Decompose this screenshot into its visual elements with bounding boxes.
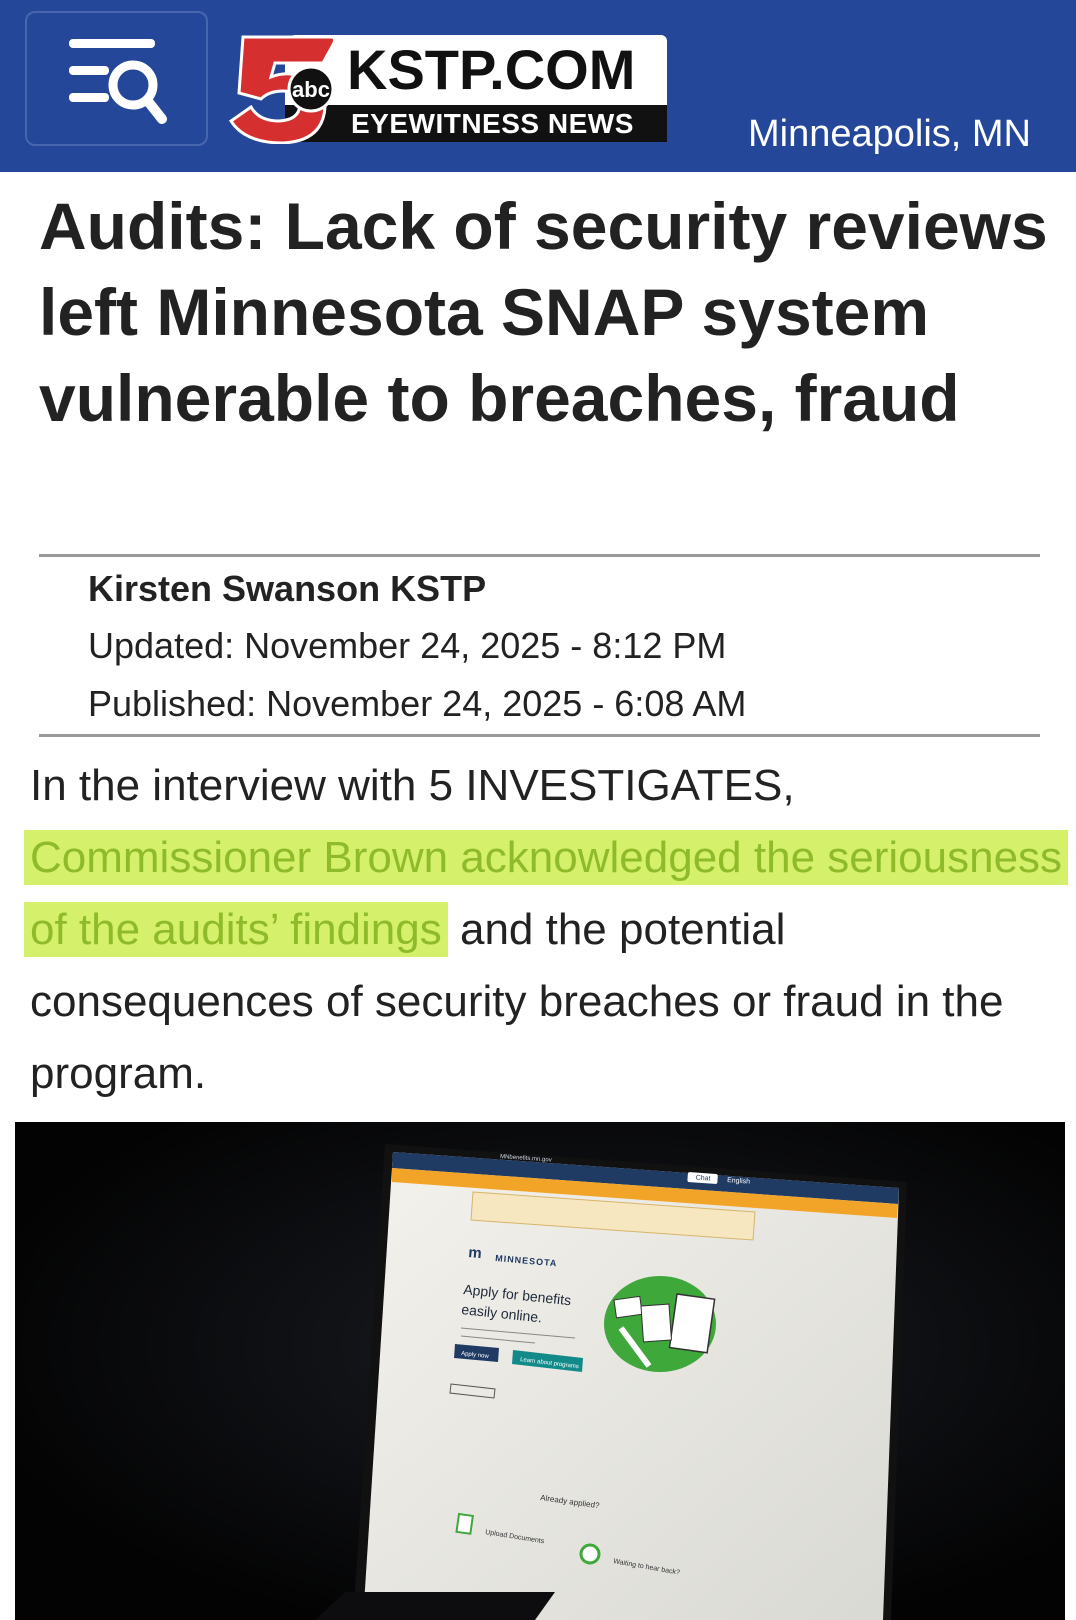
paragraph-lead: In the interview with 5 INVESTIGATES, xyxy=(30,761,795,810)
article-photo[interactable]: Chat English MNbenefits.mn.gov m MINNESO… xyxy=(15,1122,1065,1620)
author-name[interactable]: Kirsten Swanson KSTP xyxy=(88,566,486,612)
byline-bottom-divider xyxy=(39,734,1040,737)
site-header: abc KSTP.COM EYEWITNESS NEWS Minneapolis… xyxy=(0,0,1076,172)
byline-top-divider xyxy=(39,554,1040,557)
kstp-logo[interactable]: abc KSTP.COM EYEWITNESS NEWS xyxy=(225,33,668,144)
updated-timestamp: Updated: November 24, 2025 - 8:12 PM xyxy=(88,625,727,666)
channel-5-logo-icon: abc xyxy=(228,35,337,144)
abc-network-label: abc xyxy=(292,77,330,102)
svg-text:m: m xyxy=(468,1244,483,1262)
published-timestamp: Published: November 24, 2025 - 6:08 AM xyxy=(88,683,747,724)
laptop-photo-illustration: Chat English MNbenefits.mn.gov m MINNESO… xyxy=(15,1122,1065,1620)
article-headline: Audits: Lack of security reviews left Mi… xyxy=(39,189,1048,435)
location-label: Minneapolis, MN xyxy=(748,113,1031,155)
menu-search-button[interactable] xyxy=(25,11,208,146)
article-paragraph: In the interview with 5 INVESTIGATES, Co… xyxy=(24,750,1069,1110)
chat-label: Chat xyxy=(695,1174,710,1182)
logo-tagline: EYEWITNESS NEWS xyxy=(351,108,634,139)
logo-site-name: KSTP.COM xyxy=(347,38,636,101)
menu-search-icon xyxy=(69,39,167,124)
